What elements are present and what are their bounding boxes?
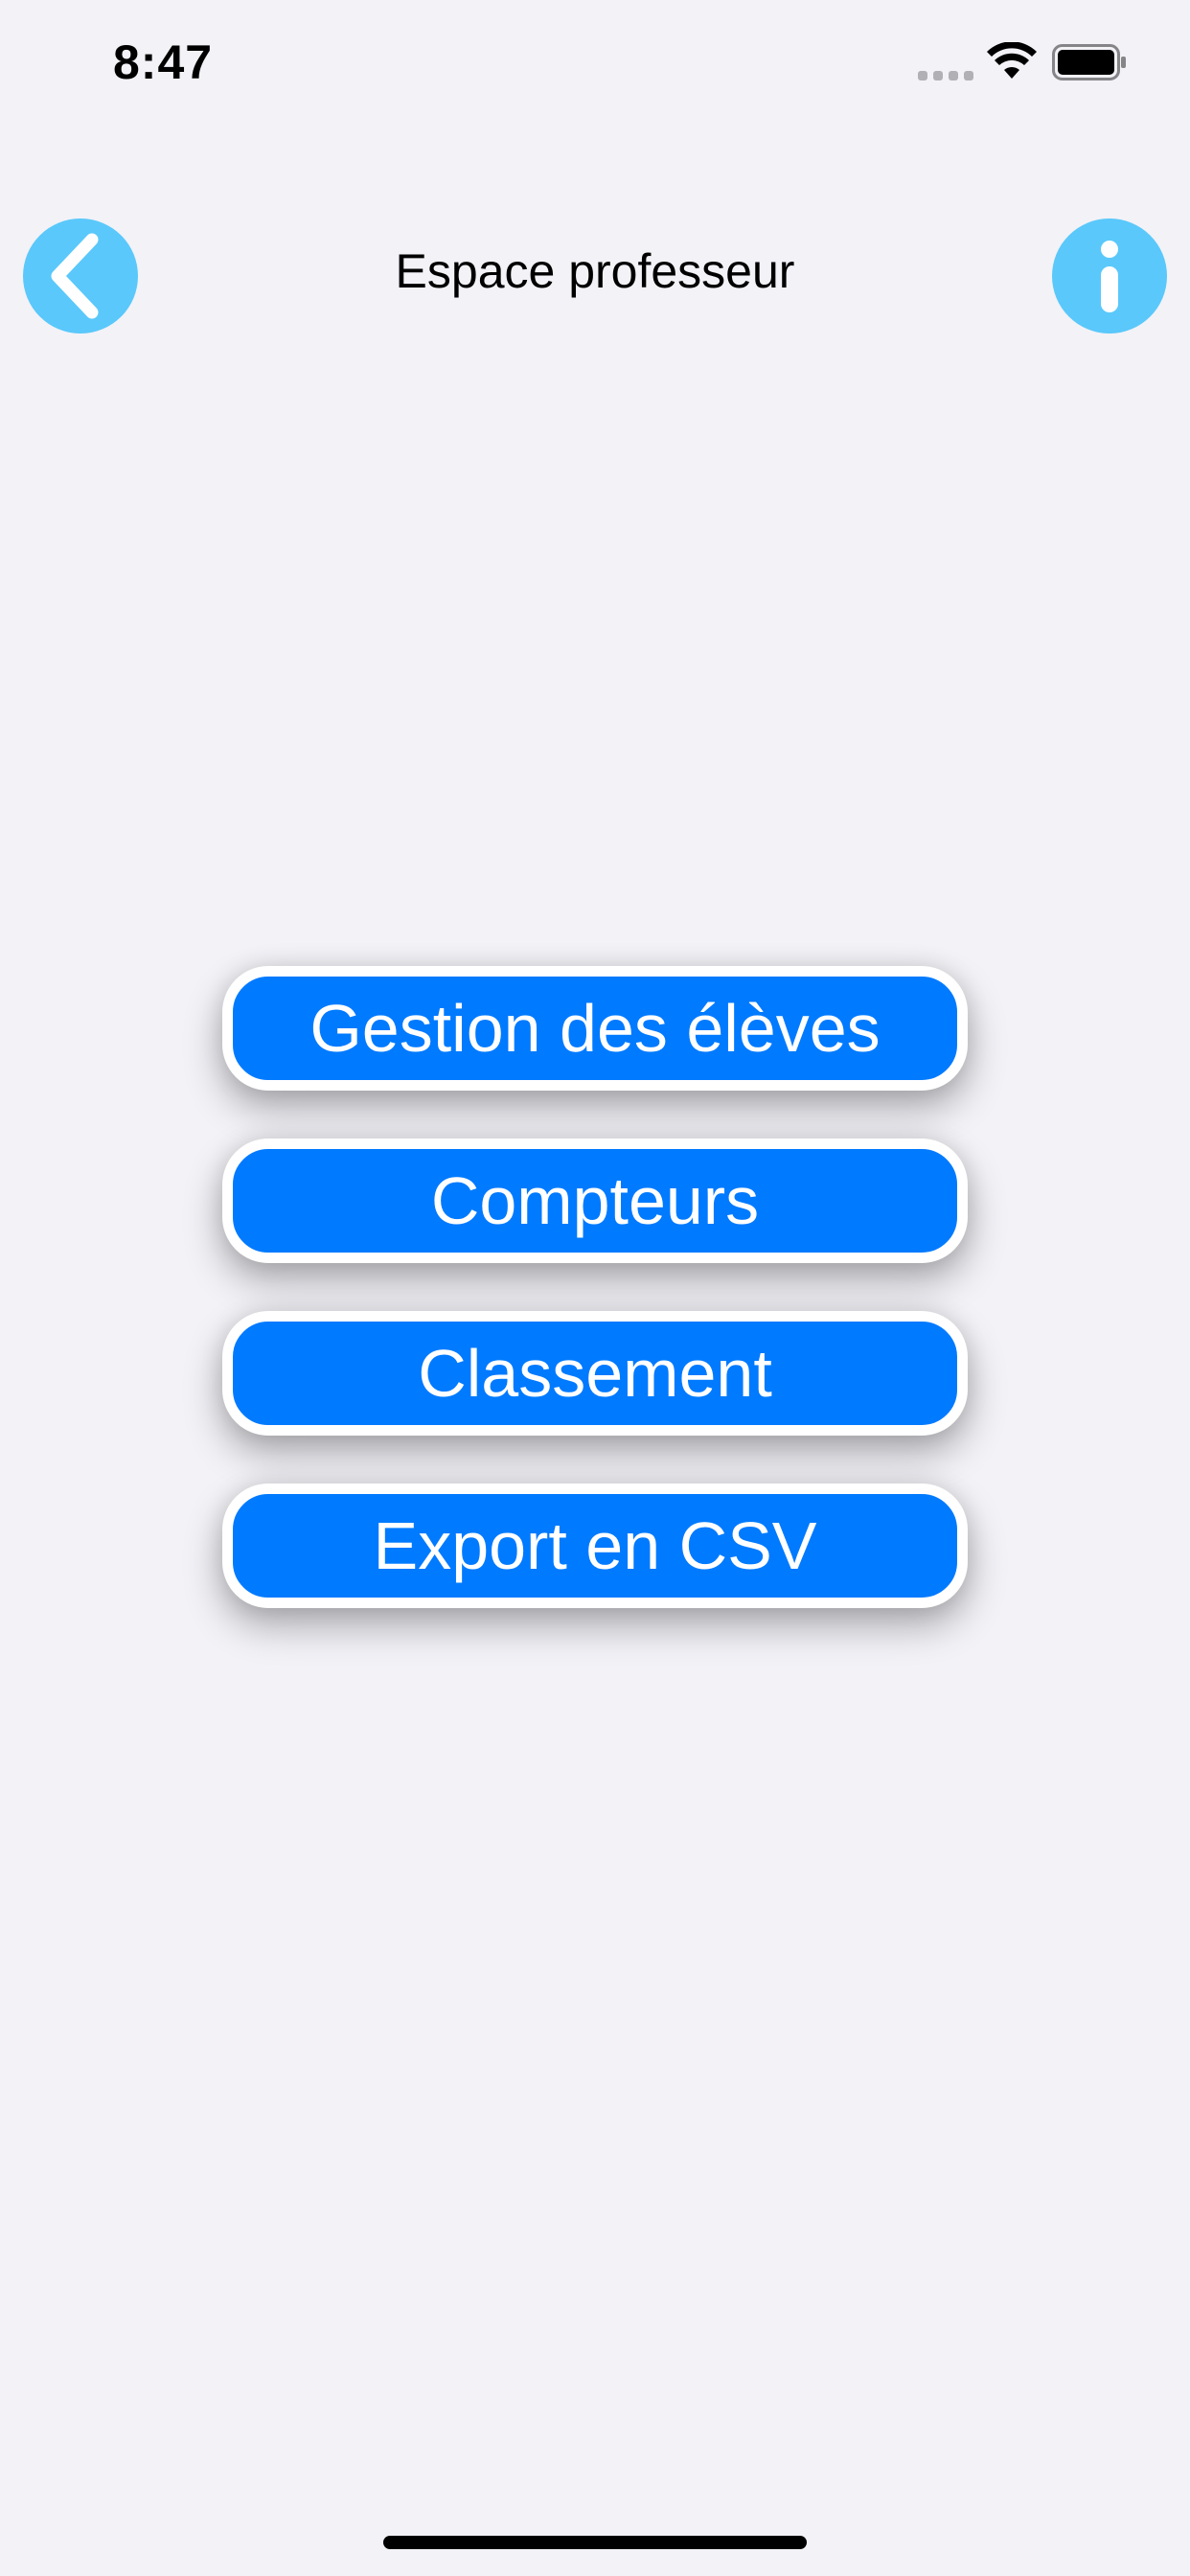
page-title: Espace professeur [395, 244, 795, 298]
cellular-signal-icon [918, 71, 973, 80]
student-management-button[interactable]: Gestion des élèves [222, 966, 968, 1091]
wifi-icon [987, 42, 1037, 79]
export-csv-button[interactable]: Export en CSV [222, 1484, 968, 1608]
battery-icon [1052, 44, 1126, 80]
status-time: 8:47 [113, 35, 214, 89]
info-icon [1101, 241, 1118, 312]
home-indicator[interactable] [383, 2536, 807, 2549]
info-button[interactable] [1052, 218, 1167, 334]
counters-button[interactable]: Compteurs [222, 1138, 968, 1263]
chevron-left-icon [51, 233, 99, 319]
status-bar: 8:47 [0, 0, 1190, 125]
teacher-menu: Gestion des élèves Compteurs Classement … [222, 966, 968, 1656]
back-button[interactable] [23, 218, 138, 334]
ranking-button[interactable]: Classement [222, 1311, 968, 1436]
